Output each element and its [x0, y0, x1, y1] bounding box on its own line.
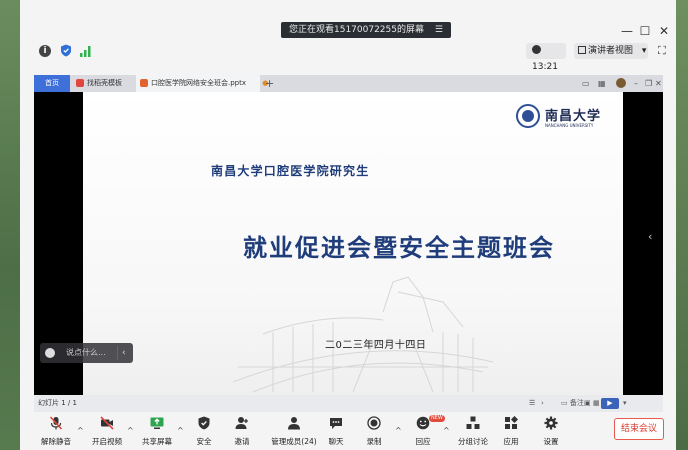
slide-date: 二0二三年四月十四日	[325, 340, 427, 351]
normal-view-icon[interactable]: ▣	[584, 395, 591, 412]
emoji-icon[interactable]	[45, 348, 55, 358]
logo-chinese-name: 南昌大学	[545, 109, 602, 124]
microphone-muted-icon	[49, 416, 63, 430]
chevron-right-icon[interactable]: ›	[541, 395, 544, 412]
shield-icon[interactable]	[60, 44, 72, 57]
toolbar-label: 应用	[503, 437, 519, 446]
settings-button[interactable]: 设置	[529, 416, 573, 447]
meeting-toolbar: 解除静音 ^ 开启视频 ^ 共享屏幕 ^ 安全 邀请 管理成员(24) 聊天 录…	[20, 412, 676, 450]
chevron-down-icon: ▾	[641, 46, 647, 56]
sorter-view-icon[interactable]: ▦	[593, 395, 600, 412]
view-mode-dropdown[interactable]: 演讲者视图 ▾	[574, 43, 648, 59]
university-seal-icon	[516, 104, 540, 128]
toolbar-label: 共享屏幕	[142, 437, 172, 446]
ppt-tab-template[interactable]: 找稻壳模板	[72, 75, 134, 92]
slide-canvas: 南昌大学 NANCHANG UNIVERSITY 南昌大学口腔医学院研究生 就业…	[83, 92, 623, 395]
toolbar-label: 设置	[543, 437, 559, 446]
signal-strength-icon[interactable]	[80, 45, 92, 57]
new-badge: NEW	[429, 415, 445, 422]
collapse-chat-button[interactable]: ‹	[122, 343, 126, 363]
shared-screen: 首页 找稻壳模板 口腔医学院网络安全班会.pptx ● + ▭ ▦ – ❐ ✕ …	[34, 75, 663, 412]
chevron-left-icon[interactable]: ‹	[648, 230, 652, 243]
camera-off-icon	[100, 416, 114, 430]
layout-icon[interactable]: ▭	[582, 75, 590, 92]
page-indicator: 幻灯片 1 / 1	[38, 399, 77, 407]
close-icon[interactable]: ✕	[655, 75, 662, 92]
divider	[117, 346, 118, 360]
grid-apps-icon[interactable]: ▦	[598, 75, 606, 92]
pptx-file-icon	[140, 79, 148, 87]
close-button[interactable]: ✕	[657, 24, 671, 38]
campus-building-illustration	[233, 276, 493, 393]
chevron-down-icon[interactable]: ▾	[623, 395, 627, 412]
chat-bubble-icon	[330, 418, 342, 429]
share-screen-icon	[150, 417, 164, 429]
apps-grid-icon	[505, 416, 518, 429]
chat-placeholder: 说点什么...	[66, 348, 106, 357]
unmute-button[interactable]: 解除静音	[34, 416, 78, 447]
clock-icon	[532, 45, 541, 54]
meeting-status-row: i 13:21 演讲者视图 ▾ ⛶	[20, 42, 676, 72]
end-meeting-button[interactable]: 结束会议	[614, 418, 664, 440]
title-bar: 您正在观看15170072255的屏幕 ☰ — ☐ ✕	[20, 0, 676, 40]
notes-button[interactable]: ▭ 备注	[561, 395, 584, 412]
logo-english-name: NANCHANG UNIVERSITY	[545, 123, 594, 128]
toolbar-label: 开启视频	[92, 437, 122, 446]
maximize-button[interactable]: ☐	[638, 24, 652, 38]
screen-share-banner[interactable]: 您正在观看15170072255的屏幕 ☰	[281, 22, 451, 38]
desktop-background-right	[676, 0, 688, 450]
ppt-status-bar: 幻灯片 1 / 1 ☰ › ▭ 备注 ▣ ▦ ▶ ▾	[34, 395, 663, 412]
meeting-timer: 13:21	[526, 43, 566, 72]
record-icon	[367, 416, 381, 430]
avatar[interactable]	[616, 78, 626, 88]
info-icon[interactable]: i	[39, 45, 51, 57]
slide-title: 就业促进会暨安全主题班会	[243, 234, 555, 262]
shield-icon	[198, 416, 210, 430]
apps-button[interactable]: 应用	[489, 416, 533, 447]
notes-label: 备注	[569, 399, 584, 407]
minimize-button[interactable]: —	[620, 24, 634, 38]
ppt-home-tab[interactable]: 首页	[34, 75, 70, 92]
toolbar-label: 解除静音	[41, 437, 71, 446]
menu-icon[interactable]: ☰	[435, 22, 443, 38]
record-button[interactable]: 录制	[352, 416, 396, 447]
wps-template-icon	[76, 79, 84, 87]
slideshow-play-button[interactable]: ▶	[601, 398, 619, 409]
screen-share-banner-text: 您正在观看15170072255的屏幕	[289, 25, 424, 35]
meeting-time: 13:21	[532, 62, 558, 72]
grid-icon	[578, 46, 586, 54]
toolbar-label: 邀请	[234, 437, 250, 446]
chevron-up-icon[interactable]: ^	[77, 426, 84, 435]
ppt-tab-document[interactable]: 口腔医学院网络安全班会.pptx ●	[136, 75, 268, 92]
invite-button[interactable]: 邀请	[220, 416, 264, 447]
smile-icon	[416, 416, 430, 430]
desktop-background-left	[0, 0, 20, 450]
fullscreen-icon[interactable]: ⛶	[658, 44, 670, 57]
chevron-up-icon[interactable]: ^	[127, 426, 134, 435]
chat-quick-input[interactable]: 说点什么... ‹	[40, 343, 133, 363]
gear-icon	[544, 416, 558, 430]
toolbar-label: 录制	[366, 437, 382, 446]
breakout-rooms-icon	[466, 416, 480, 429]
view-mode-label: 演讲者视图	[588, 46, 634, 56]
add-user-icon	[235, 417, 248, 429]
ppt-tab-label: 口腔医学院网络安全班会.pptx	[151, 79, 246, 87]
participants-icon	[288, 417, 300, 430]
university-logo: 南昌大学 NANCHANG UNIVERSITY	[516, 103, 606, 133]
restore-icon[interactable]: ❐	[645, 75, 652, 92]
slide-subtitle: 南昌大学口腔医学院研究生	[211, 164, 370, 178]
toolbar-label: 回应	[415, 437, 431, 446]
meeting-window: 您正在观看15170072255的屏幕 ☰ — ☐ ✕ i 13:21 演讲者视…	[20, 0, 676, 450]
new-tab-button[interactable]: +	[265, 75, 274, 92]
ppt-tab-bar: 首页 找稻壳模板 口腔医学院网络安全班会.pptx ● + ▭ ▦ – ❐ ✕	[34, 75, 663, 92]
list-icon[interactable]: ☰	[529, 395, 535, 412]
minimize-icon[interactable]: –	[634, 75, 638, 92]
ppt-tab-label: 找稻壳模板	[87, 79, 122, 87]
start-video-button[interactable]: 开启视频	[85, 416, 129, 447]
share-screen-button[interactable]: 共享屏幕	[135, 416, 179, 447]
